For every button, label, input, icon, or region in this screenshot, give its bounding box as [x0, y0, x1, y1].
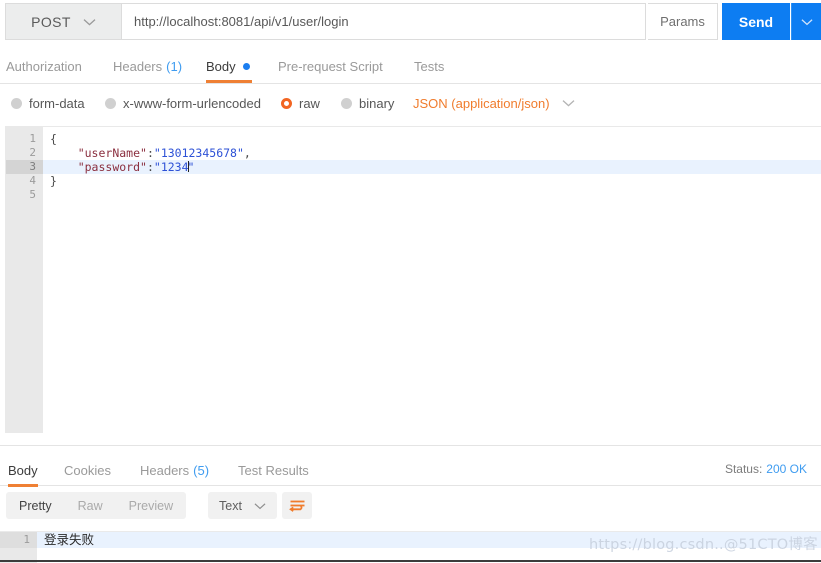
chevron-down-icon — [83, 18, 96, 26]
json-key: "password" — [77, 160, 147, 174]
content-type-select[interactable]: JSON (application/json) — [413, 86, 575, 120]
tab-label: Test Results — [238, 462, 309, 478]
code-line-active: "password":"1234" — [43, 160, 821, 174]
view-mode-pretty[interactable]: Pretty — [6, 492, 65, 519]
postman-window: POST http://localhost:8081/api/v1/user/l… — [0, 0, 821, 563]
tab-headers[interactable]: Headers (1) — [113, 49, 182, 83]
tab-count-badge: (1) — [166, 58, 183, 74]
active-tab-underline — [206, 80, 252, 83]
json-key: "userName" — [77, 146, 147, 160]
line-number: 4 — [29, 174, 36, 187]
radio-label: x-www-form-urlencoded — [123, 95, 261, 111]
view-mode-raw[interactable]: Raw — [65, 492, 116, 519]
response-tabs-underline — [0, 485, 821, 486]
http-method-label: POST — [31, 13, 71, 30]
line-number: 2 — [29, 146, 36, 159]
response-tab-cookies[interactable]: Cookies — [64, 453, 111, 487]
tab-tests[interactable]: Tests — [414, 49, 444, 83]
active-tab-underline — [8, 484, 38, 487]
tab-label: Body — [8, 462, 38, 478]
request-url-bar: POST http://localhost:8081/api/v1/user/l… — [0, 0, 821, 41]
unsaved-dot-icon — [242, 62, 250, 70]
tab-label: Authorization — [6, 58, 82, 74]
response-tab-headers[interactable]: Headers (5) — [140, 453, 209, 487]
line-number: 5 — [29, 188, 36, 201]
radio-icon — [105, 97, 116, 109]
json-comma: , — [243, 146, 251, 160]
tab-label: Cookies — [64, 462, 111, 478]
response-tabs: Body Cookies Headers (5) Test Results St… — [0, 453, 821, 487]
body-type-row: form-data x-www-form-urlencoded raw bina… — [0, 86, 821, 121]
tab-label: Body — [206, 58, 236, 74]
request-tabs-underline — [0, 83, 821, 84]
radio-form-data[interactable]: form-data — [11, 86, 85, 120]
code-token: } — [50, 174, 57, 188]
editor-code-area[interactable]: { "userName":"13012345678", "password":"… — [43, 127, 821, 433]
radio-label: form-data — [29, 95, 85, 111]
json-value-quote: " — [187, 160, 195, 174]
request-tabs: Authorization Headers (1) Body Pre-reque… — [0, 49, 821, 84]
chevron-down-icon — [254, 502, 266, 510]
tab-authorization[interactable]: Authorization — [6, 49, 82, 83]
response-tab-body[interactable]: Body — [8, 453, 38, 487]
tab-body[interactable]: Body — [206, 49, 252, 83]
request-url-input[interactable]: http://localhost:8081/api/v1/user/login — [121, 3, 646, 40]
chevron-down-icon — [562, 99, 575, 107]
line-number-text: 1 — [29, 132, 36, 145]
tab-label: Tests — [414, 58, 445, 74]
response-view-mode-group: Pretty Raw Preview — [6, 492, 187, 519]
code-line: "userName":"13012345678", — [43, 146, 821, 160]
editor-line-number-gutter: 1 2 3 4 5 — [6, 127, 52, 433]
radio-x-www-form-urlencoded[interactable]: x-www-form-urlencoded — [105, 86, 261, 120]
tab-count-badge: (5) — [193, 462, 210, 478]
line-number: 1 — [6, 132, 52, 146]
http-method-select[interactable]: POST — [5, 3, 121, 40]
view-mode-preview[interactable]: Preview — [116, 492, 186, 519]
radio-icon-selected — [281, 97, 292, 109]
json-colon: : — [146, 160, 154, 174]
response-body-viewer[interactable]: 1 登录失败 — [0, 531, 821, 563]
code-line: } — [43, 174, 821, 188]
radio-label: raw — [299, 95, 320, 111]
content-type-label: JSON (application/json) — [413, 95, 550, 111]
json-value: "1234 — [153, 160, 189, 174]
tab-label: Headers — [113, 58, 163, 74]
response-format-select[interactable]: Text — [208, 492, 277, 519]
send-options-button[interactable] — [791, 3, 821, 40]
radio-icon — [11, 97, 22, 109]
radio-raw[interactable]: raw — [281, 86, 320, 120]
word-wrap-icon[interactable] — [282, 492, 312, 519]
tab-label: Pre-request Script — [278, 58, 383, 74]
response-view-toolbar: Pretty Raw Preview Text — [0, 492, 821, 528]
code-token: { — [50, 132, 57, 146]
response-format-label: Text — [219, 498, 242, 513]
response-body-text: 登录失败 — [37, 532, 821, 548]
json-value: "13012345678" — [153, 146, 244, 160]
status-label: Status: — [724, 462, 763, 476]
line-number-active: 3 — [6, 160, 43, 174]
response-tab-test-results[interactable]: Test Results — [238, 453, 309, 487]
tab-pre-request-script[interactable]: Pre-request Script — [278, 49, 383, 83]
tab-label: Headers — [140, 462, 190, 478]
request-body-editor[interactable]: 1 2 3 4 5 { "userName":"13012345678", "p… — [5, 126, 821, 433]
params-button[interactable]: Params — [648, 3, 718, 40]
chevron-down-icon — [801, 18, 813, 26]
radio-icon — [341, 97, 352, 109]
radio-label: binary — [359, 95, 395, 111]
radio-binary[interactable]: binary — [341, 86, 394, 120]
line-number: 1 — [0, 532, 37, 548]
response-status: Status: 200 OK — [725, 453, 807, 485]
json-colon: : — [146, 146, 154, 160]
status-code: 200 OK — [766, 462, 807, 476]
response-line-number-gutter: 1 — [0, 532, 37, 563]
response-panel-divider — [0, 445, 821, 446]
code-line: { — [43, 132, 821, 146]
send-button[interactable]: Send — [722, 3, 790, 40]
